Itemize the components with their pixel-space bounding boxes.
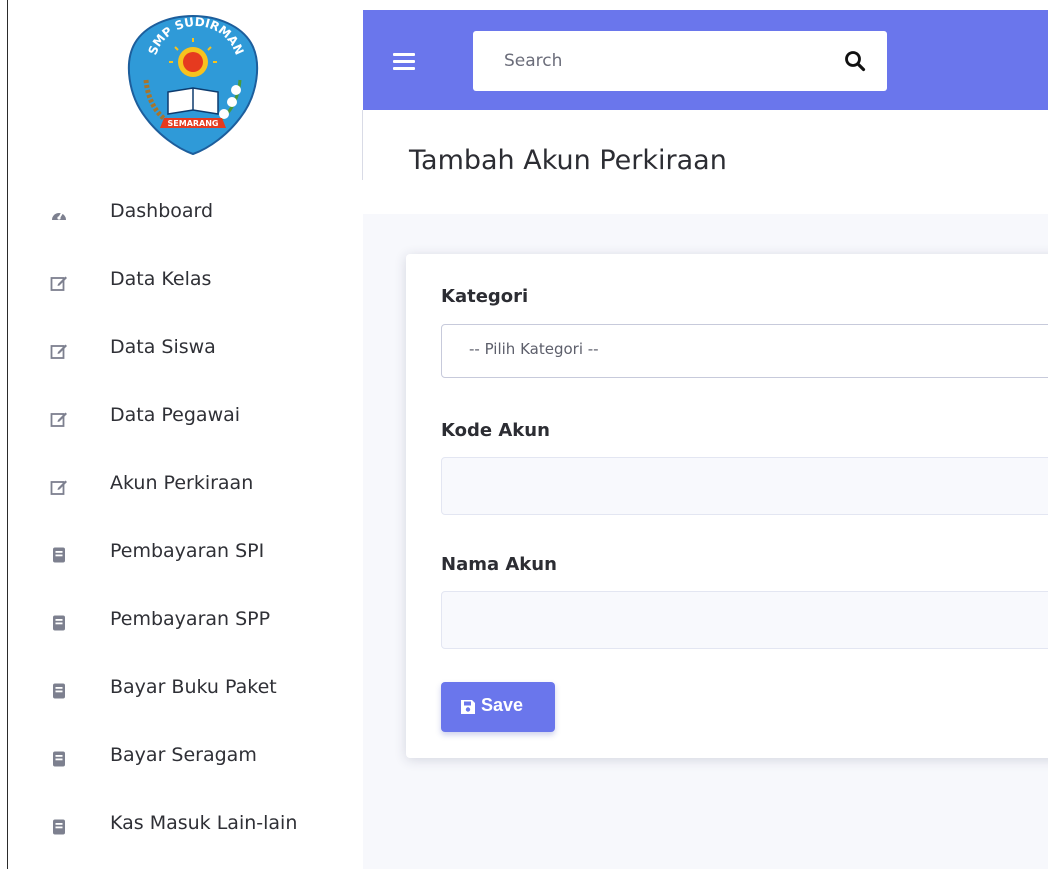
- kategori-select-value: -- Pilih Kategori --: [469, 340, 599, 358]
- edit-icon: [50, 478, 68, 496]
- save-button-label: Save: [481, 695, 524, 715]
- sidebar-item-data-kelas[interactable]: Data Kelas: [8, 260, 363, 328]
- sidebar-item-data-siswa[interactable]: Data Siswa: [8, 328, 363, 396]
- page-title: Tambah Akun Perkiraan: [409, 145, 727, 176]
- save-button[interactable]: Save: [441, 682, 555, 732]
- book-icon: [50, 750, 68, 768]
- sidebar-item-akun-perkiraan[interactable]: Akun Perkiraan: [8, 464, 363, 532]
- sidebar-item-pembayaran-spi[interactable]: Pembayaran SPI: [8, 532, 363, 600]
- nama-akun-label: Nama Akun: [441, 554, 557, 575]
- window-left-edge: [0, 0, 8, 869]
- floppy-disk-icon: [460, 699, 476, 715]
- book-icon: [50, 682, 68, 700]
- book-icon: [50, 614, 68, 632]
- logo-bottom-text: SEMARANG: [168, 119, 219, 128]
- school-logo[interactable]: SMP SUDIRMAN SEMARANG: [118, 10, 268, 160]
- sidebar-item-label: Bayar Seragam: [110, 744, 257, 766]
- book-icon: [50, 546, 68, 564]
- sidebar-item-bayar-seragam[interactable]: Bayar Seragam: [8, 736, 363, 804]
- edit-icon: [50, 274, 68, 292]
- sidebar-nav: Dashboard Data Kelas Data Siswa Data Peg…: [8, 192, 363, 872]
- edit-icon: [50, 342, 68, 360]
- sidebar-item-data-pegawai[interactable]: Data Pegawai: [8, 396, 363, 464]
- search-box: [473, 31, 887, 91]
- window-top-edge: [0, 0, 1048, 10]
- sidebar-item-label: Pembayaran SPP: [110, 608, 271, 630]
- kode-akun-input[interactable]: [441, 457, 1048, 515]
- sidebar: SMP SUDIRMAN SEMARANG Dashboard Data Kel…: [8, 10, 363, 869]
- edit-icon: [50, 410, 68, 428]
- nama-akun-input[interactable]: [441, 591, 1048, 649]
- kategori-label: Kategori: [441, 286, 529, 307]
- sidebar-item-label: Pembayaran SPI: [110, 540, 265, 562]
- form-card: Kategori -- Pilih Kategori -- Kode Akun …: [406, 254, 1048, 758]
- sidebar-item-label: Bayar Buku Paket: [110, 676, 277, 698]
- sidebar-item-label: Data Pegawai: [110, 404, 241, 426]
- sidebar-item-label: Akun Perkiraan: [110, 472, 254, 494]
- kode-akun-label: Kode Akun: [441, 420, 550, 441]
- sidebar-item-pembayaran-spp[interactable]: Pembayaran SPP: [8, 600, 363, 668]
- sidebar-item-label: Data Kelas: [110, 268, 212, 290]
- dashboard-icon: [50, 206, 68, 224]
- sidebar-item-bayar-buku-paket[interactable]: Bayar Buku Paket: [8, 668, 363, 736]
- sidebar-item-label: Kas Masuk Lain-lain: [110, 812, 298, 834]
- sidebar-item-dashboard[interactable]: Dashboard: [8, 192, 363, 260]
- search-icon[interactable]: [843, 49, 867, 73]
- topbar: [363, 10, 1048, 110]
- search-input[interactable]: [473, 31, 854, 91]
- sidebar-item-label: Dashboard: [110, 200, 214, 222]
- sidebar-item-kas-masuk-lain-lain[interactable]: Kas Masuk Lain-lain: [8, 804, 363, 872]
- sidebar-item-label: Data Siswa: [110, 336, 216, 358]
- book-icon: [50, 818, 68, 836]
- page-header: Tambah Akun Perkiraan: [363, 110, 1048, 214]
- hamburger-icon[interactable]: [393, 53, 415, 71]
- kategori-select[interactable]: -- Pilih Kategori --: [441, 324, 1048, 378]
